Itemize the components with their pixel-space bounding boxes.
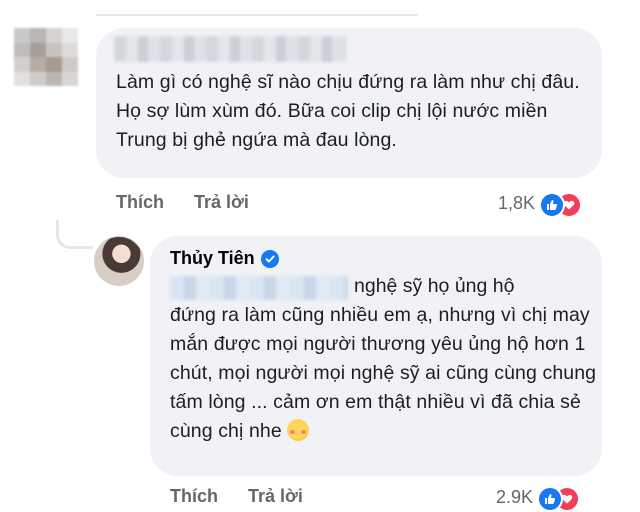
reaction-count: 2.9K: [496, 486, 534, 507]
verified-badge-icon: [260, 249, 279, 268]
smiling-face-with-hearts-icon: [287, 419, 310, 441]
comment-bubble: Làm gì có nghệ sĩ nào chịu đứng ra làm n…: [96, 28, 602, 178]
reply-author[interactable]: Thủy Tiên: [170, 248, 279, 269]
author-avatar[interactable]: [94, 236, 144, 286]
reply-author-name[interactable]: Thủy Tiên: [170, 248, 255, 269]
reply-link[interactable]: Trả lời: [248, 486, 303, 507]
reaction-summary[interactable]: 1,8K: [498, 192, 583, 218]
reaction-count: 1,8K: [498, 192, 536, 213]
reply-bubble: Thủy Tiên nghệ sỹ họ ủng hộ đứng ra làm …: [150, 236, 602, 476]
like-reaction-icon: [537, 486, 564, 512]
like-link[interactable]: Thích: [170, 486, 218, 507]
reply-text: đứng ra làm cũng nhiều em ạ, nhưng vì ch…: [170, 301, 600, 446]
commenter-name-blurred[interactable]: [114, 36, 346, 62]
mentioned-name-blurred[interactable]: [170, 276, 348, 300]
reply-text-first-line: nghệ sỹ họ ủng hộ: [354, 275, 515, 297]
reply-text-body: đứng ra làm cũng nhiều em ạ, nhưng vì ch…: [170, 304, 597, 442]
reply-actions: Thích Trả lời: [170, 486, 303, 507]
comment-text: Làm gì có nghệ sĩ nào chịu đứng ra làm n…: [116, 71, 580, 151]
like-reaction-icon: [539, 192, 566, 218]
reaction-icons: [537, 486, 581, 512]
reply-link[interactable]: Trả lời: [194, 192, 249, 213]
like-link[interactable]: Thích: [116, 192, 164, 213]
comment-actions: Thích Trả lời: [116, 192, 249, 213]
commenter-avatar-blurred[interactable]: [14, 28, 78, 86]
reaction-summary[interactable]: 2.9K: [496, 486, 581, 512]
reply-thread-connector: [56, 220, 93, 249]
previous-comment-edge: [96, 0, 418, 16]
reaction-icons: [539, 192, 583, 218]
